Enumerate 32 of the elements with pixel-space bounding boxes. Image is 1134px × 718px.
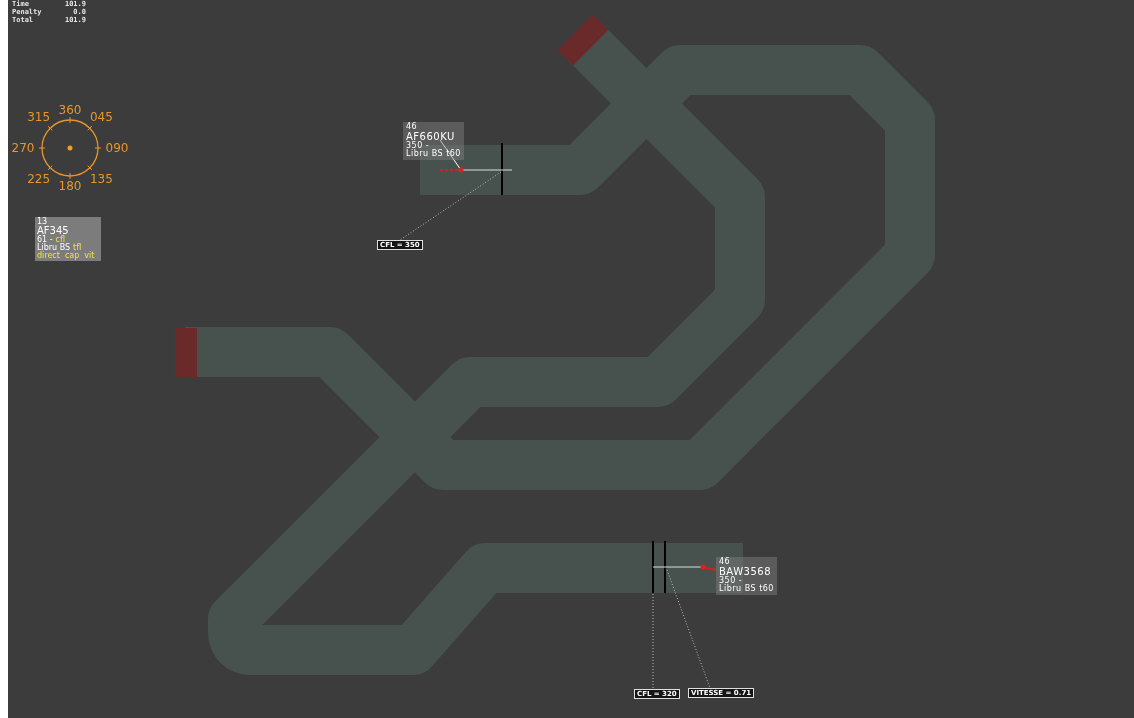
sector-line bbox=[501, 143, 503, 195]
cfl-link[interactable]: cfl bbox=[55, 236, 66, 244]
tag-line: AF660KU bbox=[406, 131, 456, 142]
panel-route: Libru BS bbox=[37, 244, 71, 252]
tag-line: 46 bbox=[406, 123, 419, 132]
tag-line: BAW3568 bbox=[719, 566, 772, 577]
heading-label: 135 bbox=[89, 172, 113, 187]
tag-line: 350 - bbox=[719, 576, 744, 585]
heading-label: 360 bbox=[58, 103, 82, 117]
action-link[interactable]: cap bbox=[64, 252, 80, 260]
tag-line: Libru BS t60 bbox=[719, 585, 774, 594]
action-link[interactable]: vit bbox=[84, 252, 95, 260]
heading-label: 045 bbox=[89, 109, 113, 124]
action-link[interactable]: direct bbox=[37, 252, 60, 260]
tag-line: 46 bbox=[719, 558, 732, 567]
aircraft-tag[interactable]: 46 BAW3568 350 - Libru BS t60 bbox=[716, 557, 777, 595]
panel-number: 13 bbox=[37, 218, 49, 226]
tag-line: 350 - bbox=[406, 141, 431, 150]
aircraft-drawing bbox=[652, 564, 717, 571]
sector-line bbox=[664, 541, 666, 593]
heading-label: 180 bbox=[58, 179, 82, 193]
heading-label: 225 bbox=[27, 172, 51, 187]
heading-label: 270 bbox=[11, 141, 35, 155]
tfl-link[interactable]: tfl bbox=[73, 244, 82, 252]
entry-block bbox=[175, 328, 197, 378]
tag-line: Libru BS t60 bbox=[406, 150, 461, 159]
panel-callsign: AF345 bbox=[37, 226, 70, 236]
heading-label: 315 bbox=[27, 109, 51, 124]
sector-line bbox=[652, 541, 654, 593]
panel-flight-level: 61 - bbox=[37, 236, 53, 244]
heading-label: 090 bbox=[105, 141, 129, 155]
aircraft-tag[interactable]: 46 AF660KU 350 - Libru BS t60 bbox=[403, 122, 464, 160]
